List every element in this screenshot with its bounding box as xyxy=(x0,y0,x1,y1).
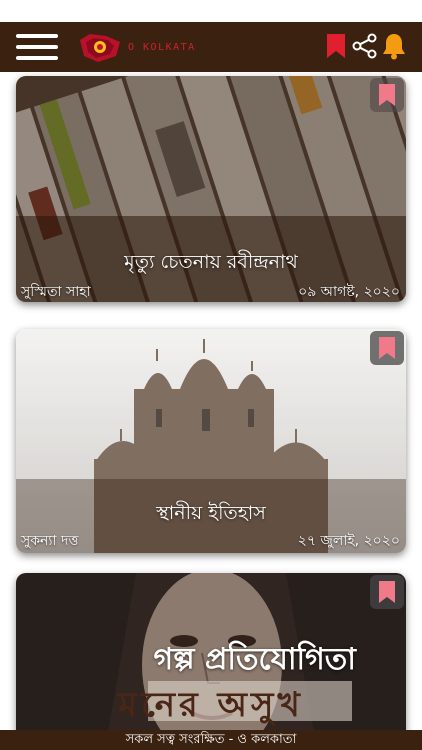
card-bookmark-icon[interactable] xyxy=(370,78,404,112)
article-card[interactable]: গল্প প্রতিযোগিতা মনের অসুখ xyxy=(16,573,406,730)
bookmark-icon[interactable] xyxy=(322,31,350,61)
article-card[interactable]: স্থানীয় ইতিহাস সুকন্যা দত্ত ২৭ জুলাই, ২… xyxy=(16,329,406,553)
article-card[interactable]: মৃত্যু চেতনায় রবীন্দ্রনাথ সুস্মিতা সাহা… xyxy=(16,76,406,302)
bell-icon[interactable] xyxy=(380,31,408,61)
article-feed[interactable]: মৃত্যু চেতনায় রবীন্দ্রনাথ সুস্মিতা সাহা… xyxy=(0,72,422,730)
article-subtitle: মনের অসুখ xyxy=(118,685,304,725)
footer-copyright: সকল সত্ব সংরক্ষিত - ও কলকাতা xyxy=(0,730,422,750)
article-date: ২৭ জুলাই, ২০২০ xyxy=(297,533,400,549)
hamburger-menu-icon[interactable] xyxy=(16,32,58,62)
card-bookmark-icon[interactable] xyxy=(370,331,404,365)
article-author: সুকন্যা দত্ত xyxy=(21,533,79,549)
share-icon[interactable] xyxy=(351,31,379,61)
logo-mark-icon xyxy=(80,34,120,62)
card-bookmark-icon[interactable] xyxy=(370,575,404,609)
article-title: স্থানীয় ইতিহাস xyxy=(156,502,266,524)
app-header: O KOLKATA xyxy=(0,22,422,72)
article-title: মৃত্যু চেতনায় রবীন্দ্রনাথ xyxy=(124,251,298,273)
article-date: ০৯ আগষ্ট, ২০২০ xyxy=(298,284,400,300)
article-author: সুস্মিতা সাহা xyxy=(21,284,91,300)
status-bar-area xyxy=(0,0,422,22)
app-logo[interactable]: O KOLKATA xyxy=(76,30,196,64)
logo-text: O KOLKATA xyxy=(128,41,196,53)
